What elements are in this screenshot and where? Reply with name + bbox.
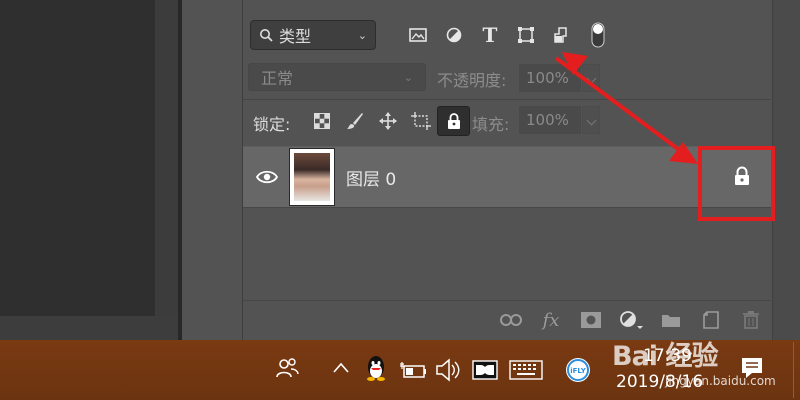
clock-time[interactable]: 17:39	[643, 346, 692, 366]
dolby-icon[interactable]	[472, 360, 498, 384]
clock-date[interactable]: 2019/8/16	[616, 372, 703, 392]
ifly-label: iFLY	[570, 367, 587, 375]
chevron-up-icon[interactable]	[332, 360, 350, 379]
notification-icon[interactable]	[740, 356, 764, 384]
ifly-icon[interactable]: iFLY	[565, 357, 591, 387]
battery-icon[interactable]	[400, 360, 426, 384]
speaker-icon[interactable]	[435, 358, 461, 386]
keyboard-icon[interactable]	[509, 360, 543, 384]
people-icon[interactable]	[275, 356, 299, 384]
qq-icon[interactable]	[364, 354, 388, 386]
screen: 类型 ⌄ T 正常 ⌄ 不透明度: 100% 锁定: 填充: 100% 图层 0…	[0, 0, 800, 400]
show-desktop-button[interactable]	[793, 342, 794, 398]
